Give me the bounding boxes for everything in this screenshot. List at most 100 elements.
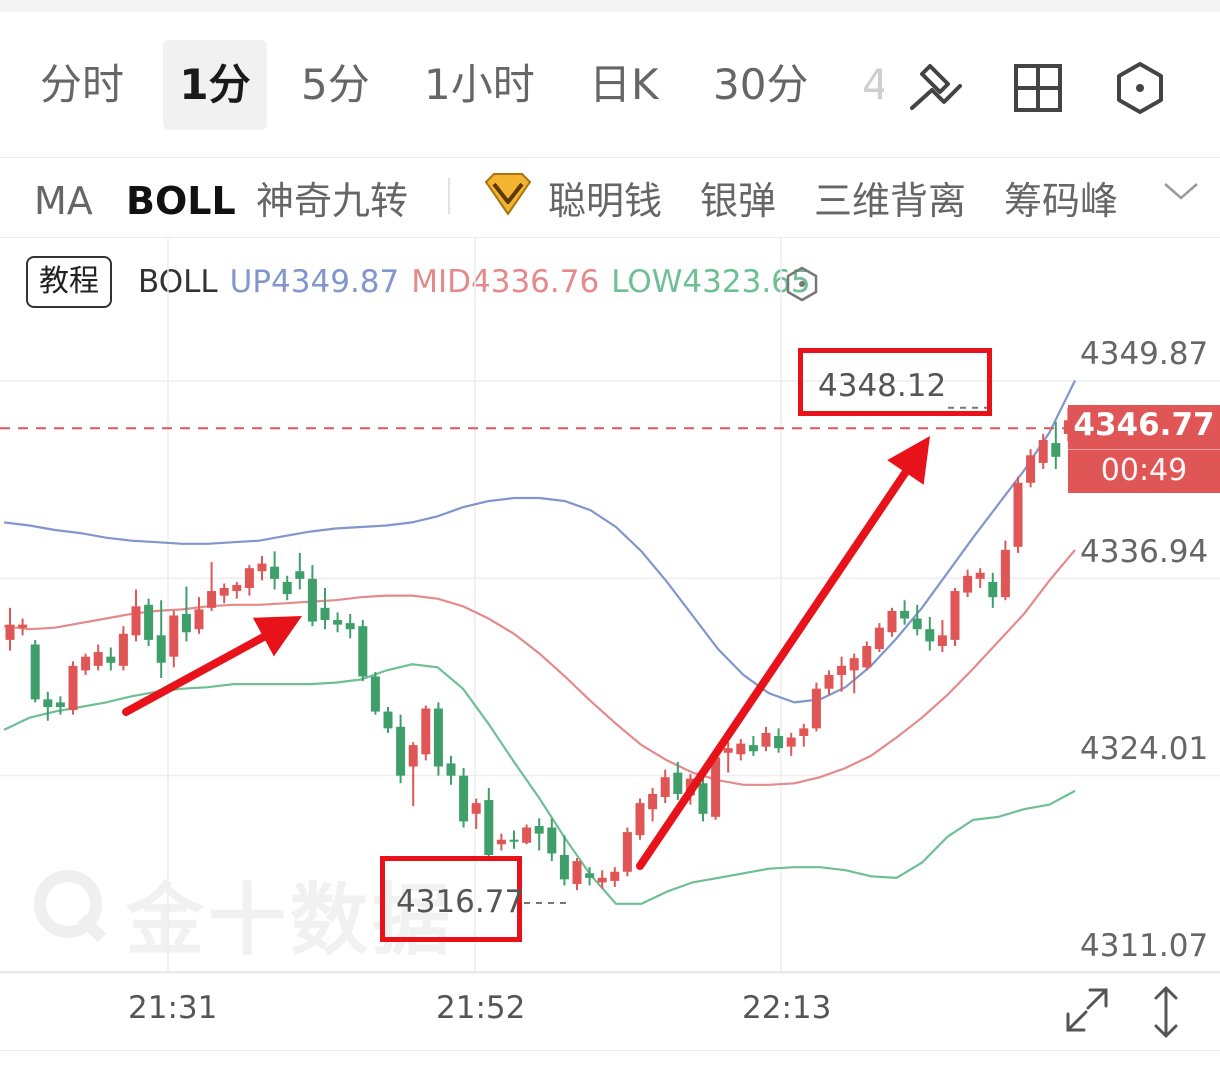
candle-body — [408, 745, 418, 767]
candle-body — [761, 732, 771, 747]
candle-body — [118, 633, 128, 666]
boll-band-low — [3, 663, 1076, 905]
candle-body — [748, 745, 758, 752]
candle-body — [358, 626, 368, 677]
scale-vertical-icon[interactable] — [1148, 984, 1184, 1040]
candle-body — [522, 827, 532, 843]
candle-body — [963, 575, 973, 593]
price-tag-divider — [1068, 449, 1220, 450]
tab-1hour[interactable]: 1小时 — [424, 40, 535, 130]
boll-band-mid — [3, 549, 1076, 786]
indicator-divider — [448, 178, 450, 214]
price-axis-2: 4336.94 — [1080, 534, 1209, 570]
candle-body — [774, 735, 784, 749]
candle-body — [635, 803, 645, 836]
candle-body — [282, 581, 292, 595]
candle-body — [421, 708, 431, 755]
draw-tool-icon[interactable] — [902, 56, 966, 120]
candle-body — [320, 607, 330, 621]
indicator-td9[interactable]: 神奇九转 — [256, 158, 408, 238]
candle-body — [937, 635, 947, 646]
indicator-bar: MA BOLL 神奇九转 聪明钱 银弹 三维背离 筹码峰 — [0, 158, 1220, 238]
candle-body — [433, 708, 443, 767]
current-price-tag: 4346.77 00:49 — [1068, 405, 1220, 493]
status-strip — [0, 0, 1220, 12]
layout-grid-icon[interactable] — [1006, 56, 1070, 120]
candle-body — [572, 861, 582, 884]
candle-body — [912, 618, 922, 630]
annotation-high-value: 4348.12 — [818, 368, 947, 404]
candle-body — [585, 873, 595, 878]
candle-body — [811, 688, 821, 729]
candle-body — [295, 571, 305, 579]
indicator-ma[interactable]: MA — [34, 158, 93, 238]
candle-body — [786, 737, 796, 747]
indicator-silver-bullet[interactable]: 银弹 — [700, 158, 776, 238]
candle-body — [1000, 549, 1010, 598]
candle-body — [1013, 482, 1023, 547]
candle-body — [106, 656, 116, 663]
diamond-vip-icon — [484, 173, 532, 216]
candle-body — [610, 871, 620, 881]
candle-body — [509, 839, 519, 842]
candle-body — [887, 610, 897, 633]
candle-body — [496, 839, 506, 845]
candle-body — [144, 604, 154, 640]
candle-body — [81, 656, 91, 671]
candle-body — [673, 772, 683, 794]
candle-body — [396, 726, 406, 776]
candle-body — [925, 629, 935, 642]
candle-body — [559, 854, 569, 880]
arrow-up-small-shaft — [122, 633, 268, 716]
candle-body — [484, 800, 494, 855]
indicator-boll[interactable]: BOLL — [126, 158, 236, 238]
tab-30min[interactable]: 30分 — [713, 40, 808, 130]
candle-body — [232, 584, 242, 592]
candle-body — [30, 644, 40, 700]
candle-body — [207, 591, 217, 608]
candle-body — [370, 676, 380, 712]
price-axis-top: 4349.87 — [1080, 336, 1209, 372]
fullscreen-icon[interactable] — [1062, 984, 1112, 1036]
candle-body — [900, 610, 910, 619]
candle-body — [68, 665, 78, 711]
candle-body — [862, 645, 872, 668]
candle-body — [1038, 440, 1048, 463]
settings-hex-icon[interactable] — [1108, 56, 1172, 120]
candle-body — [345, 623, 355, 630]
candle-body — [950, 591, 960, 640]
candle-body — [333, 620, 343, 625]
candle-body — [5, 624, 15, 640]
tab-5min[interactable]: 5分 — [301, 40, 370, 130]
candle-body — [446, 763, 456, 776]
candle-body — [874, 627, 884, 650]
candle-body — [837, 665, 847, 675]
candle-body — [711, 757, 721, 817]
price-axis-bottom: 4311.07 — [1080, 928, 1209, 964]
candle-body — [799, 728, 809, 736]
candle-body — [194, 609, 204, 630]
tab-daily-k[interactable]: 日K — [589, 40, 659, 130]
candle-body — [93, 652, 103, 666]
candle-body — [698, 783, 708, 814]
candle-body — [597, 877, 607, 883]
chevron-down-icon[interactable] — [1162, 180, 1200, 204]
candle-body — [723, 748, 733, 753]
indicator-smart-money[interactable]: 聪明钱 — [548, 158, 662, 238]
candle-body — [471, 803, 481, 814]
tab-more-clipped[interactable]: 4 — [862, 40, 884, 130]
bottom-divider — [0, 1050, 1220, 1051]
tab-timeshare[interactable]: 分时 — [40, 40, 124, 130]
candle-body — [824, 674, 834, 689]
tab-1min[interactable]: 1分 — [163, 40, 267, 130]
indicator-3d-divergence[interactable]: 三维背离 — [814, 158, 966, 238]
candle-body — [648, 793, 658, 810]
candle-body — [383, 711, 393, 729]
candlestick-chart[interactable] — [0, 238, 1220, 1050]
candle-body — [43, 699, 53, 708]
arrow-up-large-head — [887, 436, 930, 485]
indicator-chip-peak[interactable]: 筹码峰 — [1004, 158, 1118, 238]
candle-body — [975, 572, 985, 579]
candle-body — [1026, 455, 1036, 483]
candle-body — [988, 581, 998, 598]
